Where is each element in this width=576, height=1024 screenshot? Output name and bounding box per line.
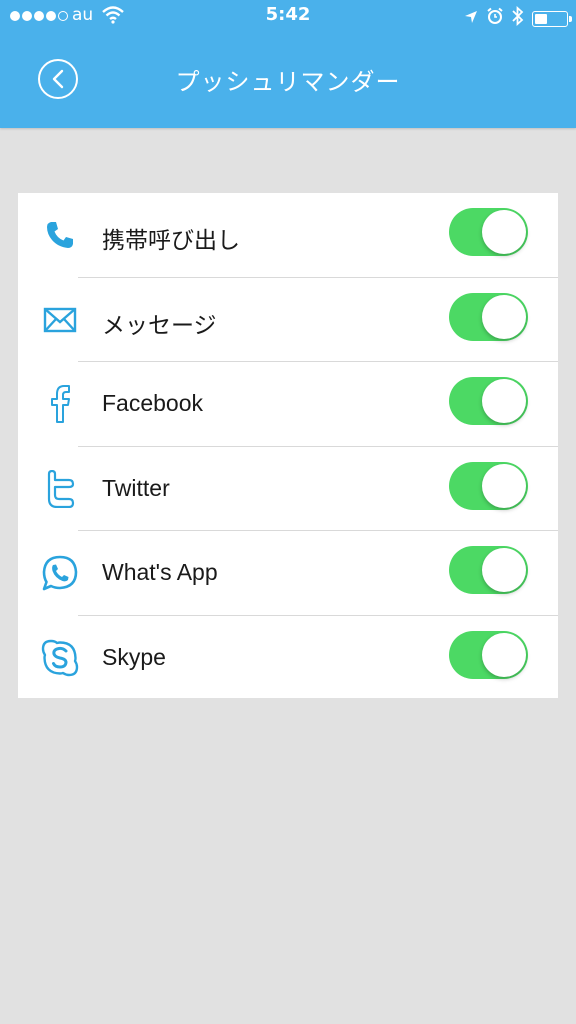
toggle-switch[interactable] (449, 630, 528, 679)
item-label: Twitter (102, 474, 170, 501)
alarm-clock-icon (486, 7, 504, 30)
push-reminder-list: 携帯呼び出し メッセージ Facebook Twitter What's App… (18, 193, 558, 698)
item-label: Facebook (102, 390, 204, 416)
toggle-switch[interactable] (449, 377, 528, 425)
status-bar: au 5:42 (0, 0, 576, 32)
app-header: au 5:42 プッシュリマンダー (0, 0, 576, 128)
item-label: Skype (102, 643, 166, 670)
twitter-icon (40, 469, 80, 509)
list-item-whatsapp: What's App (18, 531, 558, 616)
item-label: 携帯呼び出し (102, 228, 240, 254)
item-label: What's App (102, 559, 218, 585)
list-item-phone-call: 携帯呼び出し (18, 193, 558, 278)
location-arrow-icon (464, 9, 478, 29)
list-item-facebook: Facebook (18, 362, 558, 447)
mail-icon (40, 300, 80, 340)
toggle-switch[interactable] (449, 461, 528, 510)
whatsapp-icon (40, 553, 80, 593)
toggle-switch[interactable] (449, 292, 528, 341)
skype-icon (40, 638, 80, 678)
page-title: プッシュリマンダー (175, 68, 401, 96)
phone-icon (40, 215, 80, 255)
item-label: メッセージ (102, 312, 217, 339)
list-item-twitter: Twitter (18, 447, 558, 531)
list-item-skype: Skype (18, 616, 558, 701)
facebook-icon (40, 384, 80, 424)
list-item-message: メッセージ (18, 278, 558, 362)
battery-icon (532, 10, 572, 27)
bluetooth-icon (512, 5, 524, 31)
toggle-switch[interactable] (449, 208, 528, 256)
toggle-switch[interactable] (449, 546, 528, 594)
